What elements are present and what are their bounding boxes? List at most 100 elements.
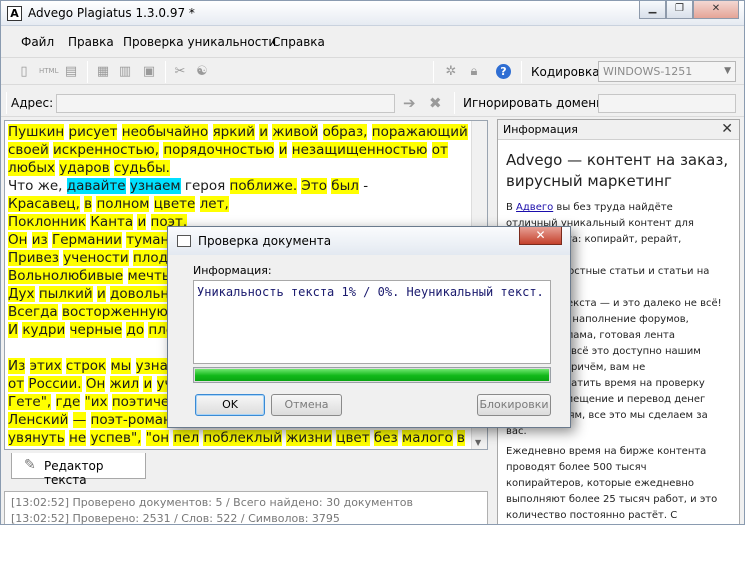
- copy-icon[interactable]: ▥: [118, 64, 132, 79]
- log-line: [13:02:52] Проверено документов: 5 / Все…: [11, 496, 413, 509]
- paste-icon[interactable]: ▣: [142, 64, 156, 79]
- close-icon[interactable]: ✕: [721, 121, 733, 137]
- cancel-button[interactable]: Отмена: [271, 394, 342, 416]
- editor-word: жил: [109, 376, 140, 392]
- toolbar-grip: [6, 92, 7, 114]
- editor-word: поблеклый: [203, 430, 282, 446]
- result-text: Уникальность текста 1% / 0%. Неуникальны…: [197, 285, 544, 299]
- editor-word: мы: [110, 358, 132, 374]
- info-line: Ежедневно время на бирже контента: [506, 446, 707, 457]
- editor-word: пылкий: [38, 286, 93, 302]
- info-heading: Advego — контент на заказ, вирусный марк…: [506, 151, 729, 190]
- encoding-label: Кодировка:: [531, 65, 604, 79]
- scroll-down-icon[interactable]: ▼: [475, 438, 481, 447]
- new-document-icon[interactable]: ▯: [17, 64, 31, 79]
- editor-word: и: [259, 124, 269, 140]
- window-icon: [177, 235, 191, 247]
- menu-file[interactable]: Файл: [21, 35, 54, 49]
- editor-word: ударов: [59, 160, 110, 176]
- editor-word: Привез: [8, 250, 59, 266]
- editor-word: необычайно: [121, 124, 209, 140]
- open-icon[interactable]: ▤: [64, 64, 78, 79]
- info-line: копирайтеров, которые ежедневно: [506, 478, 695, 489]
- restore-icon: ❐: [675, 3, 684, 14]
- editor-word: Германии: [52, 232, 122, 248]
- address-label: Адрес:: [11, 96, 54, 110]
- editor-word: Пушкин: [8, 124, 65, 140]
- editor-word: в: [84, 196, 93, 212]
- editor-word: "их: [84, 394, 108, 410]
- clear-icon[interactable]: ✖: [429, 94, 442, 112]
- editor-word: узнаем: [129, 178, 181, 194]
- toolbar-separator: [165, 61, 166, 83]
- editor-word: порядочностью: [163, 142, 275, 158]
- info-panel-title: Информация: [503, 123, 578, 136]
- close-button[interactable]: ✕: [693, 1, 739, 19]
- editor-word: и: [278, 142, 288, 158]
- editor-word: лет,: [199, 196, 229, 212]
- tab-text-editor[interactable]: ✎ Редактор текста: [11, 453, 146, 487]
- menu-bar: Файл Правка Проверка уникальности Справк…: [1, 31, 744, 53]
- editor-word: Канта: [90, 214, 134, 230]
- editor-word: Он: [85, 376, 106, 392]
- editor-word: своей: [8, 142, 49, 158]
- log-panel: [13:02:52] Проверено документов: 5 / Все…: [4, 491, 488, 524]
- editor-word: учености: [63, 250, 129, 266]
- editor-word: Дух: [8, 286, 35, 302]
- advego-link[interactable]: Адвего: [516, 202, 553, 213]
- dialog-close-button[interactable]: ✕: [519, 227, 562, 245]
- ignore-domains-input[interactable]: [598, 94, 736, 113]
- info-line: проводят более 500 тысяч: [506, 462, 647, 473]
- editor-word: черные: [69, 322, 123, 338]
- editor-word: цвете: [153, 196, 196, 212]
- help-icon[interactable]: ?: [496, 64, 511, 79]
- go-arrow-icon[interactable]: ➔: [403, 94, 416, 112]
- editor-word: любых: [8, 160, 55, 176]
- maximize-button[interactable]: ❐: [666, 1, 693, 19]
- editor-word: же,: [37, 178, 63, 194]
- editor-word: жизни: [286, 430, 332, 446]
- editor-word: "он: [145, 430, 170, 446]
- menu-edit[interactable]: Правка: [68, 35, 114, 49]
- editor-word: поражающий: [371, 124, 468, 140]
- ok-button[interactable]: OK: [195, 394, 265, 416]
- editor-word: давайте: [66, 178, 126, 194]
- cut-icon[interactable]: ▦: [96, 64, 110, 79]
- ignore-domains-label: Игнорировать домены:: [463, 96, 610, 110]
- window-title: Advego Plagiatus 1.3.0.97 *: [28, 6, 195, 20]
- chevron-down-icon: ▼: [724, 66, 731, 76]
- result-textbox[interactable]: Уникальность текста 1% / 0%. Неуникальны…: [193, 280, 551, 364]
- address-input[interactable]: [56, 94, 395, 113]
- settings-icon[interactable]: ✲: [444, 64, 458, 79]
- info-panel-header: Информация ✕: [498, 120, 739, 140]
- editor-line: увянуть не успев", "он пел поблеклый жиз…: [8, 429, 472, 447]
- progress-fill: [195, 369, 549, 381]
- minimize-icon: ▁: [648, 3, 657, 14]
- blocks-button[interactable]: Блокировки: [477, 394, 551, 416]
- document-edit-icon: ✎: [24, 457, 36, 473]
- editor-word: Что: [8, 178, 34, 194]
- editor-word: незащищенностью: [291, 142, 428, 158]
- toolbar-separator: [454, 92, 455, 114]
- check-icon[interactable]: ✂: [173, 64, 187, 79]
- editor-word: Поклонник: [8, 214, 87, 230]
- editor-word: Красавец,: [8, 196, 80, 212]
- compare-icon[interactable]: ☯: [195, 64, 209, 79]
- menu-uniqueness-check[interactable]: Проверка уникальности: [123, 35, 276, 49]
- encoding-select[interactable]: WINDOWS-1251 ▼: [598, 61, 736, 82]
- toolbar-separator: [87, 61, 88, 83]
- editor-line: Что же, давайте узнаем героя поближе. Эт…: [8, 177, 472, 195]
- info-line: выполняют более 25 тысяч работ, и это: [506, 494, 718, 505]
- progress-bar: [193, 367, 551, 383]
- html-icon[interactable]: HTML: [39, 64, 58, 79]
- editor-word: от: [431, 142, 448, 158]
- dialog-title: Проверка документа: [198, 234, 332, 248]
- minimize-button[interactable]: ▁: [639, 1, 666, 19]
- editor-word: увянуть: [8, 430, 65, 446]
- editor-word: Всегда: [8, 304, 58, 320]
- address-bar: Адрес: ➔ ✖ Игнорировать домены:: [1, 89, 744, 117]
- menu-help[interactable]: Справка: [272, 35, 325, 49]
- editor-word: —: [72, 412, 87, 428]
- lock-icon[interactable]: 🔒︎: [467, 64, 481, 79]
- editor-word: и: [143, 376, 153, 392]
